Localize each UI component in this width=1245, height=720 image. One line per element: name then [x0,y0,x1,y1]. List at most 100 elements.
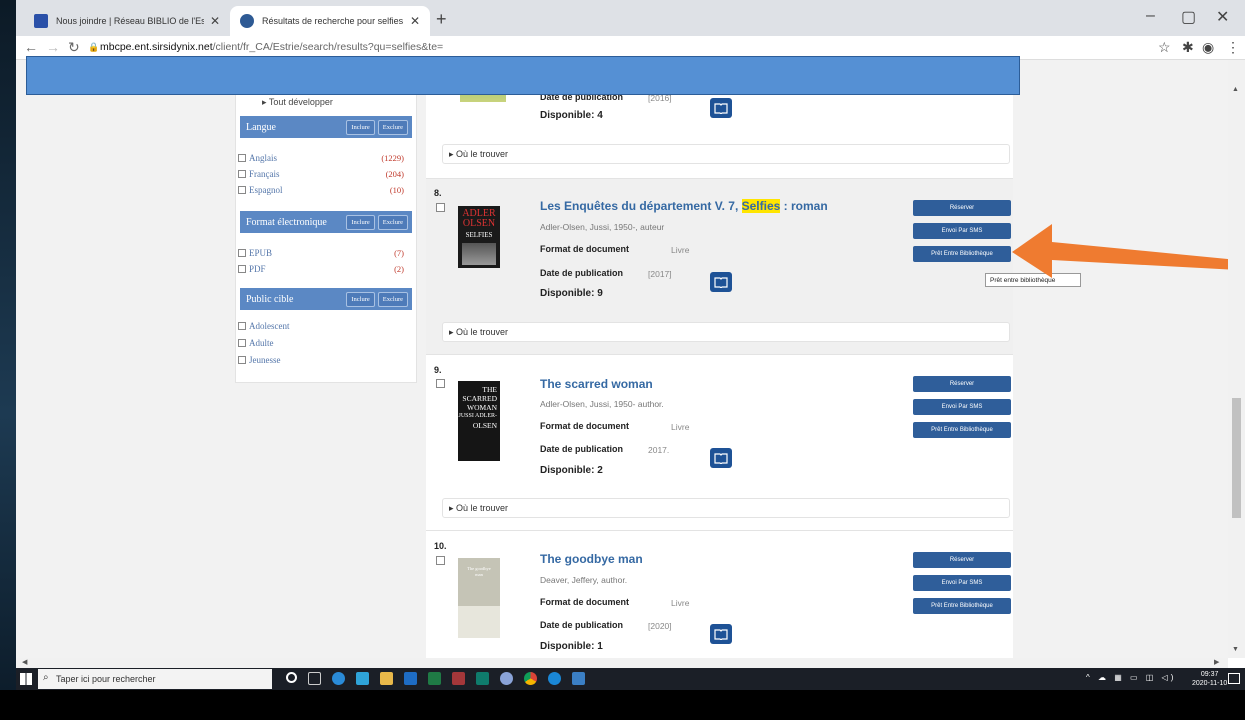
result-title-link[interactable]: The goodbye man [540,552,643,566]
expand-all-link[interactable]: ▸ Tout développer [262,97,333,108]
results-list: Date de publication [2016] Disponible: 4… [426,60,1013,658]
horizontal-scrollbar[interactable]: ◀ ▶ [16,658,1228,668]
tab-close-icon[interactable]: ✕ [410,14,420,28]
access-icon[interactable] [452,672,465,685]
menu-dots-icon[interactable]: ⋮ [1226,39,1240,56]
profile-icon[interactable]: ◉ [1202,39,1214,56]
forward-arrow-icon[interactable]: → [46,39,60,55]
taskbar-search-input[interactable]: ⌕ Taper ici pour rechercher [38,669,272,689]
reserve-button[interactable]: Réserver [913,200,1011,216]
facet-checkbox[interactable] [238,356,246,364]
edge-icon[interactable] [332,672,345,685]
maximize-button[interactable]: ▢ [1181,7,1196,27]
excel-icon[interactable] [428,672,441,685]
book-icon[interactable] [710,448,732,468]
where-to-find-toggle[interactable]: ▸ Où le trouver [442,322,1010,342]
result-item: 10. The goodbye man The goodbye man Deav… [426,530,1013,658]
paint-icon[interactable] [500,672,513,685]
notifications-icon[interactable] [1228,673,1240,684]
result-number: 9. [434,365,442,375]
minimize-button[interactable]: – [1146,7,1155,25]
where-to-find-toggle[interactable]: ▸ Où le trouver [442,144,1010,164]
app-l-icon[interactable] [356,672,369,685]
tab-nous-joindre[interactable]: Nous joindre | Réseau BIBLIO de l'Estrie… [24,6,230,36]
format-label: Format de document [540,244,630,254]
facet-item[interactable]: Jeunesse [238,355,404,365]
result-checkbox[interactable] [436,556,445,565]
format-value: Livre [671,245,690,255]
tab-bar: Nous joindre | Réseau BIBLIO de l'Estrie… [16,0,1245,36]
facet-checkbox[interactable] [238,265,246,273]
reload-icon[interactable]: ↻ [68,39,80,56]
url-field[interactable]: mbcpe.ent.sirsidynix.net/client/fr_CA/Es… [100,41,443,53]
exclude-button[interactable]: Exclure [377,119,408,135]
facet-item[interactable]: PDF (2) [238,264,404,274]
outlook-icon[interactable] [404,672,417,685]
book-icon[interactable] [710,624,732,644]
result-checkbox[interactable] [436,379,445,388]
send-sms-button[interactable]: Envoi Par SMS [913,223,1011,239]
send-sms-button[interactable]: Envoi Par SMS [913,399,1011,415]
facet-checkbox[interactable] [238,322,246,330]
tab-close-icon[interactable]: ✕ [210,14,220,28]
vertical-scrollbar[interactable]: ▲ ▼ [1228,60,1245,658]
reserve-button[interactable]: Réserver [913,552,1011,568]
scroll-left-icon[interactable]: ◀ [22,658,27,666]
facet-checkbox[interactable] [238,170,246,178]
bookmark-star-icon[interactable]: ☆ [1158,39,1171,56]
tab-search-results[interactable]: Résultats de recherche pour selfies ✕ [230,6,430,36]
result-title-link[interactable]: Les Enquêtes du département V. 7, Selfie… [540,199,828,213]
interlibrary-loan-button[interactable]: Prêt Entre Bibliothèque [913,598,1011,614]
facet-checkbox[interactable] [238,339,246,347]
interlibrary-loan-button[interactable]: Prêt Entre Bibliothèque [913,422,1011,438]
extensions-icon[interactable]: ✱ [1182,39,1194,56]
chrome-icon[interactable] [524,672,537,685]
facet-item[interactable]: Adolescent [238,321,404,331]
library-favicon-icon [34,14,48,28]
desktop-edge [0,0,16,690]
new-tab-button[interactable]: + [436,9,447,30]
system-tray-icons[interactable]: ^ ☁ ▦ ▭ ◫ ◁) [1086,673,1176,682]
result-checkbox[interactable] [436,203,445,212]
back-arrow-icon[interactable]: ← [24,39,38,55]
include-button[interactable]: Inclure [346,119,375,135]
taskbar-clock[interactable]: 09:37 2020-11-10 [1192,670,1227,688]
facet-item[interactable]: Espagnol (10) [238,185,404,195]
app-folder-icon[interactable] [380,672,393,685]
facet-item[interactable]: EPUB (7) [238,248,404,258]
facet-checkbox[interactable] [238,154,246,162]
windows-start-icon[interactable] [20,673,32,685]
facet-item[interactable]: Adulte [238,338,404,348]
format-value: Livre [671,422,690,432]
scrollbar-thumb[interactable] [1232,398,1241,518]
facet-item[interactable]: Français (204) [238,169,404,179]
include-button[interactable]: Inclure [346,214,375,230]
interlibrary-loan-button[interactable]: Prêt Entre Bibliothèque [913,246,1011,262]
close-window-button[interactable]: ✕ [1216,7,1229,27]
publisher-icon[interactable] [476,672,489,685]
book-icon[interactable] [710,272,732,292]
facet-checkbox[interactable] [238,186,246,194]
globe-favicon-icon [240,14,254,28]
result-author: Deaver, Jeffery, author. [540,575,628,585]
scroll-right-icon[interactable]: ▶ [1214,658,1219,666]
pub-date-value: [2020] [648,621,672,631]
app-tile-icon[interactable] [572,672,585,685]
result-title-link[interactable]: The scarred woman [540,377,653,391]
book-icon[interactable] [710,98,732,118]
where-to-find-toggle[interactable]: ▸ Où le trouver [442,498,1010,518]
scroll-down-icon[interactable]: ▼ [1232,646,1239,653]
exclude-button[interactable]: Exclure [377,214,408,230]
send-sms-button[interactable]: Envoi Par SMS [913,575,1011,591]
cortana-icon[interactable] [286,672,297,683]
app-blue-icon[interactable] [548,672,561,685]
book-cover: The goodbye man [458,558,500,638]
scroll-up-icon[interactable]: ▲ [1232,86,1239,93]
facet-item[interactable]: Anglais (1229) [238,153,404,163]
exclude-button[interactable]: Exclure [377,291,408,307]
facet-checkbox[interactable] [238,249,246,257]
include-button[interactable]: Inclure [346,291,375,307]
availability: Disponible: 9 [540,288,603,299]
reserve-button[interactable]: Réserver [913,376,1011,392]
task-view-icon[interactable] [308,672,321,685]
